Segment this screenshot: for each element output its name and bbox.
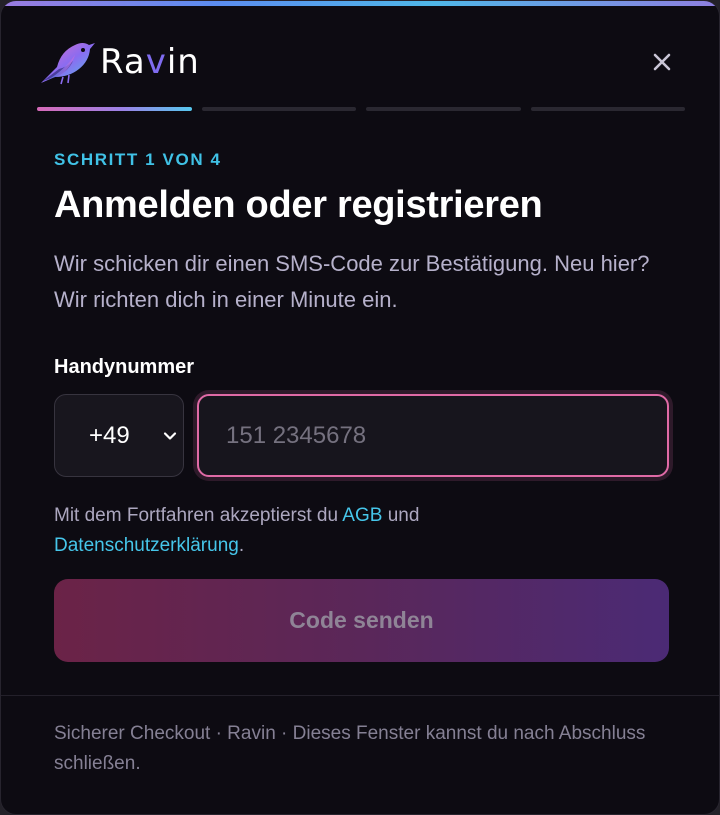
progress-segment-1 (37, 107, 192, 111)
brand-name: Ravin (100, 42, 200, 82)
send-code-button[interactable]: Code senden (54, 579, 669, 662)
phone-number-input[interactable] (197, 394, 669, 477)
agb-link[interactable]: AGB (342, 505, 382, 526)
terms-prefix: Mit dem Fortfahren akzeptierst du (54, 505, 343, 526)
brand-name-suffix: in (166, 42, 200, 82)
phone-label: Handynummer (54, 356, 195, 378)
close-icon[interactable] (649, 49, 675, 75)
privacy-link[interactable]: Datenschutzerklärung (54, 535, 239, 556)
subtitle: Wir schicken dir einen SMS-Code zur Best… (54, 251, 650, 312)
page-title: Anmelden oder registrieren (54, 184, 543, 226)
modal-header: Ravin (37, 37, 685, 89)
step-progress (37, 107, 685, 112)
chevron-down-icon (163, 432, 177, 440)
raven-logo-icon (41, 43, 95, 85)
sign-in-modal: Ravin SCHRITT 1 VON 4 Anmelden oder regi… (0, 0, 720, 815)
step-label: SCHRITT 1 VON 4 (54, 150, 222, 169)
country-code-select[interactable]: +49 (54, 394, 184, 477)
progress-segment-2 (201, 107, 356, 111)
country-code-value: +49 (89, 422, 130, 449)
footer-note: Sicherer Checkout · Ravin · Dieses Fenst… (54, 723, 646, 774)
terms-middle: und (382, 505, 420, 526)
terms-suffix: . (238, 535, 245, 556)
terms-text: Mit dem Fortfahren akzeptierst du AGB un… (54, 501, 674, 561)
progress-segment-3 (366, 107, 521, 111)
top-accent-strip (1, 1, 719, 6)
brand-name-prefix: Ra (100, 42, 146, 82)
progress-segment-4 (530, 107, 685, 111)
brand-name-accent: v (145, 42, 167, 82)
footer-divider (1, 695, 719, 696)
